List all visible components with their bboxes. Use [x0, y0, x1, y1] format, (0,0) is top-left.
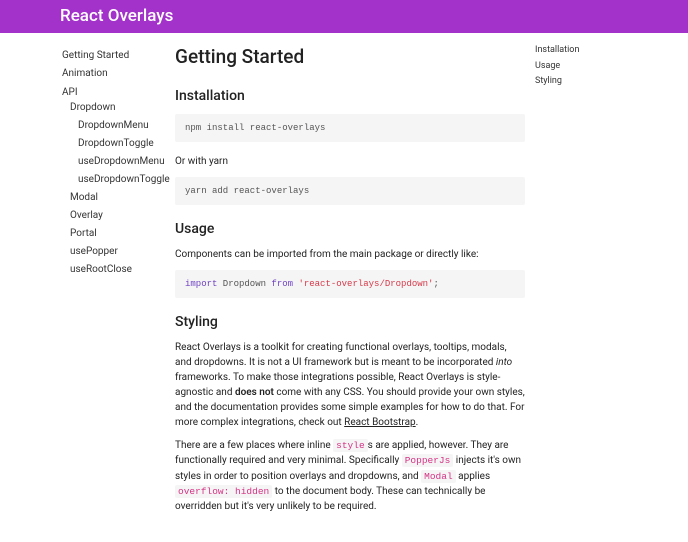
toc-usage[interactable]: Usage — [535, 59, 635, 75]
yarn-add-code: yarn add react-overlays — [175, 177, 525, 205]
style-code: style — [333, 439, 368, 452]
nav-dropdown[interactable]: Dropdown — [62, 99, 170, 117]
import-kw: import — [185, 279, 217, 289]
import-string: 'react-overlays/Dropdown' — [298, 279, 433, 289]
styling-p1: React Overlays is a toolkit for creating… — [175, 340, 525, 430]
right-toc: Installation Usage Styling — [535, 33, 635, 90]
modal-code: Modal — [421, 470, 456, 483]
nav-animation[interactable]: Animation — [62, 65, 170, 83]
main-content: Getting Started Installation npm install… — [170, 33, 535, 542]
nav-api-heading: API — [62, 85, 170, 99]
installation-heading: Installation — [175, 88, 525, 104]
site-header: React Overlays — [0, 0, 688, 33]
styling-p2: There are a few places where inline styl… — [175, 438, 525, 514]
sidebar-nav: Getting Started Animation API Dropdown D… — [0, 33, 170, 279]
nav-dropdownmenu[interactable]: DropdownMenu — [62, 117, 170, 135]
nav-userootclose[interactable]: useRootClose — [62, 261, 170, 279]
page-layout: Getting Started Animation API Dropdown D… — [0, 33, 688, 542]
overflow-code: overflow: hidden — [175, 485, 272, 498]
nav-dropdowntoggle[interactable]: DropdownToggle — [62, 135, 170, 153]
react-bootstrap-link[interactable]: React Bootstrap — [344, 417, 415, 428]
nav-getting-started[interactable]: Getting Started — [62, 47, 170, 65]
import-code: import Dropdown from 'react-overlays/Dro… — [175, 270, 525, 298]
popperjs-code: PopperJs — [402, 454, 454, 467]
toc-styling[interactable]: Styling — [535, 74, 635, 90]
nav-usepopper[interactable]: usePopper — [62, 243, 170, 261]
import-name: Dropdown — [217, 279, 271, 289]
or-with-yarn-text: Or with yarn — [175, 154, 525, 169]
page-title: Getting Started — [175, 45, 525, 68]
nav-overlay[interactable]: Overlay — [62, 207, 170, 225]
site-title: React Overlays — [60, 6, 173, 26]
from-kw: from — [271, 279, 293, 289]
usage-intro: Components can be imported from the main… — [175, 247, 525, 262]
nav-usedropdownmenu[interactable]: useDropdownMenu — [62, 153, 170, 171]
toc-installation[interactable]: Installation — [535, 43, 635, 59]
nav-modal[interactable]: Modal — [62, 189, 170, 207]
nav-portal[interactable]: Portal — [62, 225, 170, 243]
nav-usedropdowntoggle[interactable]: useDropdownToggle — [62, 171, 170, 189]
npm-install-code: npm install react-overlays — [175, 114, 525, 142]
styling-heading: Styling — [175, 314, 525, 330]
usage-heading: Usage — [175, 221, 525, 237]
